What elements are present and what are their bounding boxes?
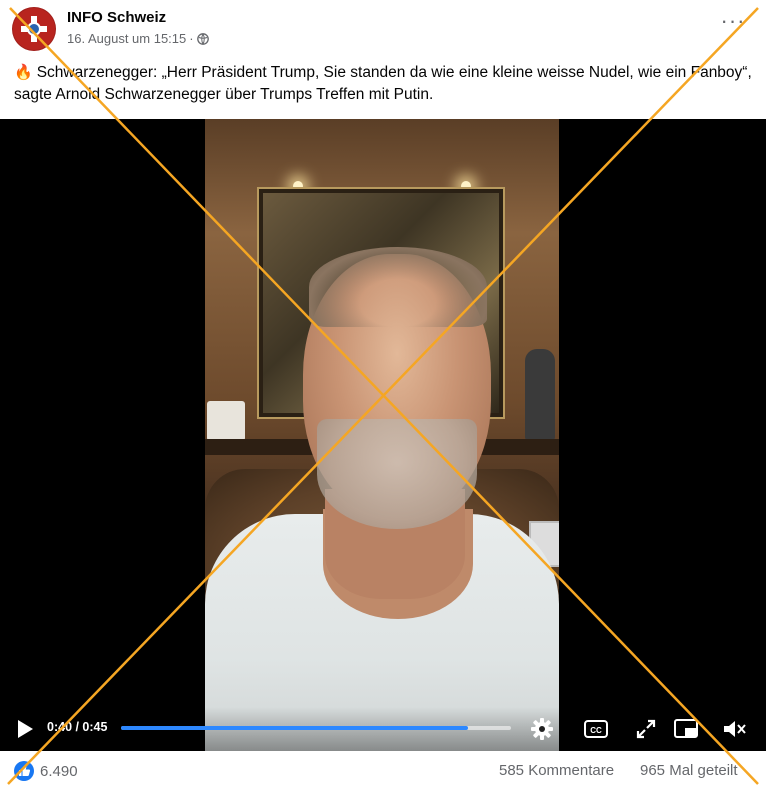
fire-icon: 🔥: [14, 64, 33, 81]
captions-icon[interactable]: CC: [582, 715, 610, 743]
shares-count[interactable]: 965 Mal geteilt: [640, 762, 738, 779]
more-options-button[interactable]: ···: [718, 10, 748, 38]
pip-icon[interactable]: [672, 715, 700, 743]
progress-bar[interactable]: [121, 726, 511, 730]
post-text: Schwarzenegger: „Herr Präsident Trump, S…: [14, 64, 752, 103]
settings-icon[interactable]: [528, 715, 556, 743]
progress-fill: [121, 726, 468, 730]
svg-text:CC: CC: [590, 726, 602, 735]
play-icon[interactable]: [16, 719, 34, 739]
reactions-summary[interactable]: 6.490: [14, 761, 78, 781]
video-time: 0:40 / 0:45: [47, 720, 108, 734]
beard: [317, 419, 477, 529]
post-text-container: 🔥 Schwarzenegger: „Herr Präsident Trump, …: [14, 62, 754, 106]
video-controls: 0:40 / 0:45 CC: [0, 707, 766, 751]
page-avatar[interactable]: [12, 7, 56, 51]
facebook-post: INFO Schweiz 16. August um 15:15 · ··· 🔥…: [0, 0, 766, 790]
avatar-eye-icon: [27, 22, 41, 36]
comments-count[interactable]: 585 Kommentare: [499, 762, 614, 779]
post-date[interactable]: 16. August um 15:15: [67, 31, 186, 46]
hair: [309, 247, 487, 327]
fullscreen-icon[interactable]: [632, 715, 660, 743]
page-name[interactable]: INFO Schweiz: [67, 9, 166, 26]
post-meta: 16. August um 15:15 ·: [67, 31, 209, 46]
video-frame: [205, 119, 559, 751]
like-count: 6.490: [40, 762, 78, 780]
like-icon: [14, 761, 34, 781]
meta-separator: ·: [189, 31, 194, 46]
video-player[interactable]: 0:40 / 0:45 CC: [0, 119, 766, 751]
mute-icon[interactable]: [720, 715, 748, 743]
statue: [525, 349, 555, 441]
globe-icon: [196, 32, 209, 45]
mug: [207, 401, 245, 441]
